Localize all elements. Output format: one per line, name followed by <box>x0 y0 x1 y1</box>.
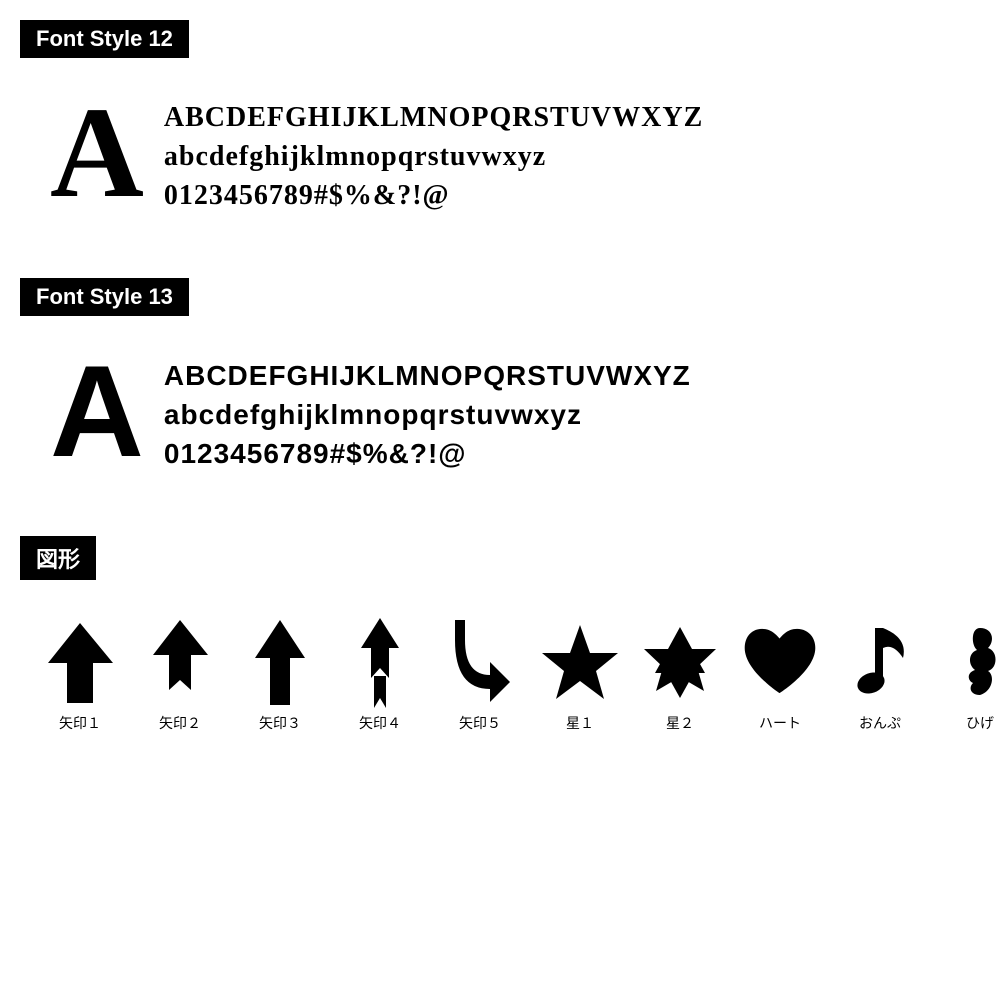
page: Font Style 12 A ABCDEFGHIJKLMNOPQRSTUVWX… <box>0 0 1000 773</box>
shape-arrow1: 矢印１ <box>40 620 120 733</box>
arrow3-icon <box>240 620 320 705</box>
font-style-12-demo: A ABCDEFGHIJKLMNOPQRSTUVWXYZ abcdefghijk… <box>20 78 980 238</box>
font-style-13-line-2: abcdefghijklmnopqrstuvwxyz <box>164 395 691 434</box>
font-style-13-chars: ABCDEFGHIJKLMNOPQRSTUVWXYZ abcdefghijklm… <box>164 346 691 474</box>
arrow5-label: 矢印５ <box>459 713 501 733</box>
shape-arrow4: 矢印４ <box>340 620 420 733</box>
font-style-12-line-2: abcdefghijklmnopqrstuvwxyz <box>164 137 703 176</box>
arrow2-label: 矢印２ <box>159 713 201 733</box>
font-style-12-chars: ABCDEFGHIJKLMNOPQRSTUVWXYZ abcdefghijklm… <box>164 88 703 216</box>
star2-icon <box>640 620 720 705</box>
heart-icon <box>740 620 820 705</box>
star1-label: 星１ <box>566 713 594 733</box>
mustache-icon <box>940 620 1000 705</box>
heart-label: ハート <box>759 713 801 733</box>
star1-icon <box>540 620 620 705</box>
font-style-12-label: Font Style 12 <box>20 20 189 58</box>
font-style-13-big-letter: A <box>50 346 144 476</box>
music-icon <box>840 620 920 705</box>
font-style-13-section: Font Style 13 A ABCDEFGHIJKLMNOPQRSTUVWX… <box>20 278 980 496</box>
font-style-13-line-1: ABCDEFGHIJKLMNOPQRSTUVWXYZ <box>164 356 691 395</box>
shape-heart: ハート <box>740 620 820 733</box>
arrow4-icon <box>340 620 420 705</box>
arrow5-icon <box>440 620 520 705</box>
font-style-12-line-1: ABCDEFGHIJKLMNOPQRSTUVWXYZ <box>164 98 703 137</box>
shape-star1: 星１ <box>540 620 620 733</box>
font-style-12-line-3: 0123456789#$%&?!@ <box>164 176 703 215</box>
shape-music: おんぷ <box>840 620 920 733</box>
shapes-grid: 矢印１ 矢印２ 矢印３ <box>20 600 980 743</box>
shapes-label: 図形 <box>20 536 96 580</box>
shape-mustache: ひげ <box>940 620 1000 733</box>
font-style-12-section: Font Style 12 A ABCDEFGHIJKLMNOPQRSTUVWX… <box>20 20 980 238</box>
star2-label: 星２ <box>666 713 694 733</box>
shapes-section: 図形 矢印１ 矢印２ <box>20 536 980 743</box>
font-style-12-big-letter: A <box>50 88 144 218</box>
arrow3-label: 矢印３ <box>259 713 301 733</box>
shape-star2: 星２ <box>640 620 720 733</box>
shape-arrow5: 矢印５ <box>440 620 520 733</box>
music-label: おんぷ <box>859 713 901 733</box>
arrow1-icon <box>40 620 120 705</box>
arrow1-label: 矢印１ <box>59 713 101 733</box>
font-style-13-label: Font Style 13 <box>20 278 189 316</box>
arrow4-label: 矢印４ <box>359 713 401 733</box>
font-style-13-demo: A ABCDEFGHIJKLMNOPQRSTUVWXYZ abcdefghijk… <box>20 336 980 496</box>
shape-arrow3: 矢印３ <box>240 620 320 733</box>
font-style-13-line-3: 0123456789#$%&?!@ <box>164 434 691 473</box>
arrow2-icon <box>140 620 220 705</box>
mustache-label: ひげ <box>966 713 994 733</box>
shape-arrow2: 矢印２ <box>140 620 220 733</box>
